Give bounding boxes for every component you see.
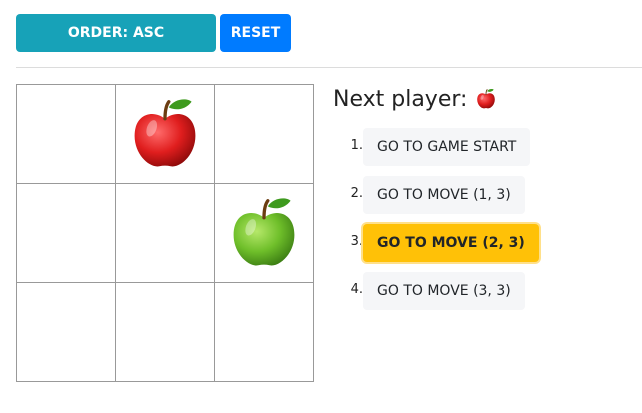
reset-button[interactable]: RESET bbox=[220, 14, 291, 52]
divider bbox=[16, 67, 642, 68]
toolbar: ORDER: ASC RESET bbox=[16, 14, 291, 52]
move-item: 3. GO TO MOVE (2, 3) bbox=[333, 224, 539, 272]
go-to-move-button[interactable]: GO TO MOVE (2, 3) bbox=[363, 224, 539, 262]
move-item: 1. GO TO GAME START bbox=[333, 128, 539, 176]
game-app: ORDER: ASC RESET Next player: 1. GO TO G… bbox=[0, 0, 642, 413]
red-apple-icon bbox=[475, 88, 497, 110]
red-apple-icon bbox=[127, 96, 203, 172]
status-text: Next player: bbox=[333, 86, 468, 112]
go-to-move-button[interactable]: GO TO GAME START bbox=[363, 128, 531, 166]
go-to-move-button[interactable]: GO TO MOVE (3, 3) bbox=[363, 272, 525, 310]
board-cell-2-2[interactable] bbox=[116, 184, 215, 283]
move-item: 2. GO TO MOVE (1, 3) bbox=[333, 176, 539, 224]
move-history: 1. GO TO GAME START 2. GO TO MOVE (1, 3) 3. G… bbox=[333, 128, 539, 320]
move-number: 4. bbox=[350, 282, 363, 297]
game-info: Next player: 1. GO TO GAME START 2. GO TO M… bbox=[333, 84, 539, 320]
board-cell-1-2[interactable] bbox=[116, 85, 215, 184]
next-player-status: Next player: bbox=[333, 84, 539, 114]
move-number: 3. bbox=[350, 234, 363, 249]
move-number: 2. bbox=[350, 186, 363, 201]
board-cell-2-1[interactable] bbox=[17, 184, 116, 283]
board-cell-1-1[interactable] bbox=[17, 85, 116, 184]
game-board bbox=[16, 84, 314, 382]
green-apple-icon bbox=[226, 195, 302, 271]
board-cell-3-2[interactable] bbox=[116, 283, 215, 382]
order-toggle-button[interactable]: ORDER: ASC bbox=[16, 14, 216, 52]
move-item: 4. GO TO MOVE (3, 3) bbox=[333, 272, 539, 320]
go-to-move-button[interactable]: GO TO MOVE (1, 3) bbox=[363, 176, 525, 214]
board-cell-3-3[interactable] bbox=[215, 283, 314, 382]
move-number: 1. bbox=[350, 138, 363, 153]
board-cell-2-3[interactable] bbox=[215, 184, 314, 283]
board-cell-3-1[interactable] bbox=[17, 283, 116, 382]
board-cell-1-3[interactable] bbox=[215, 85, 314, 184]
